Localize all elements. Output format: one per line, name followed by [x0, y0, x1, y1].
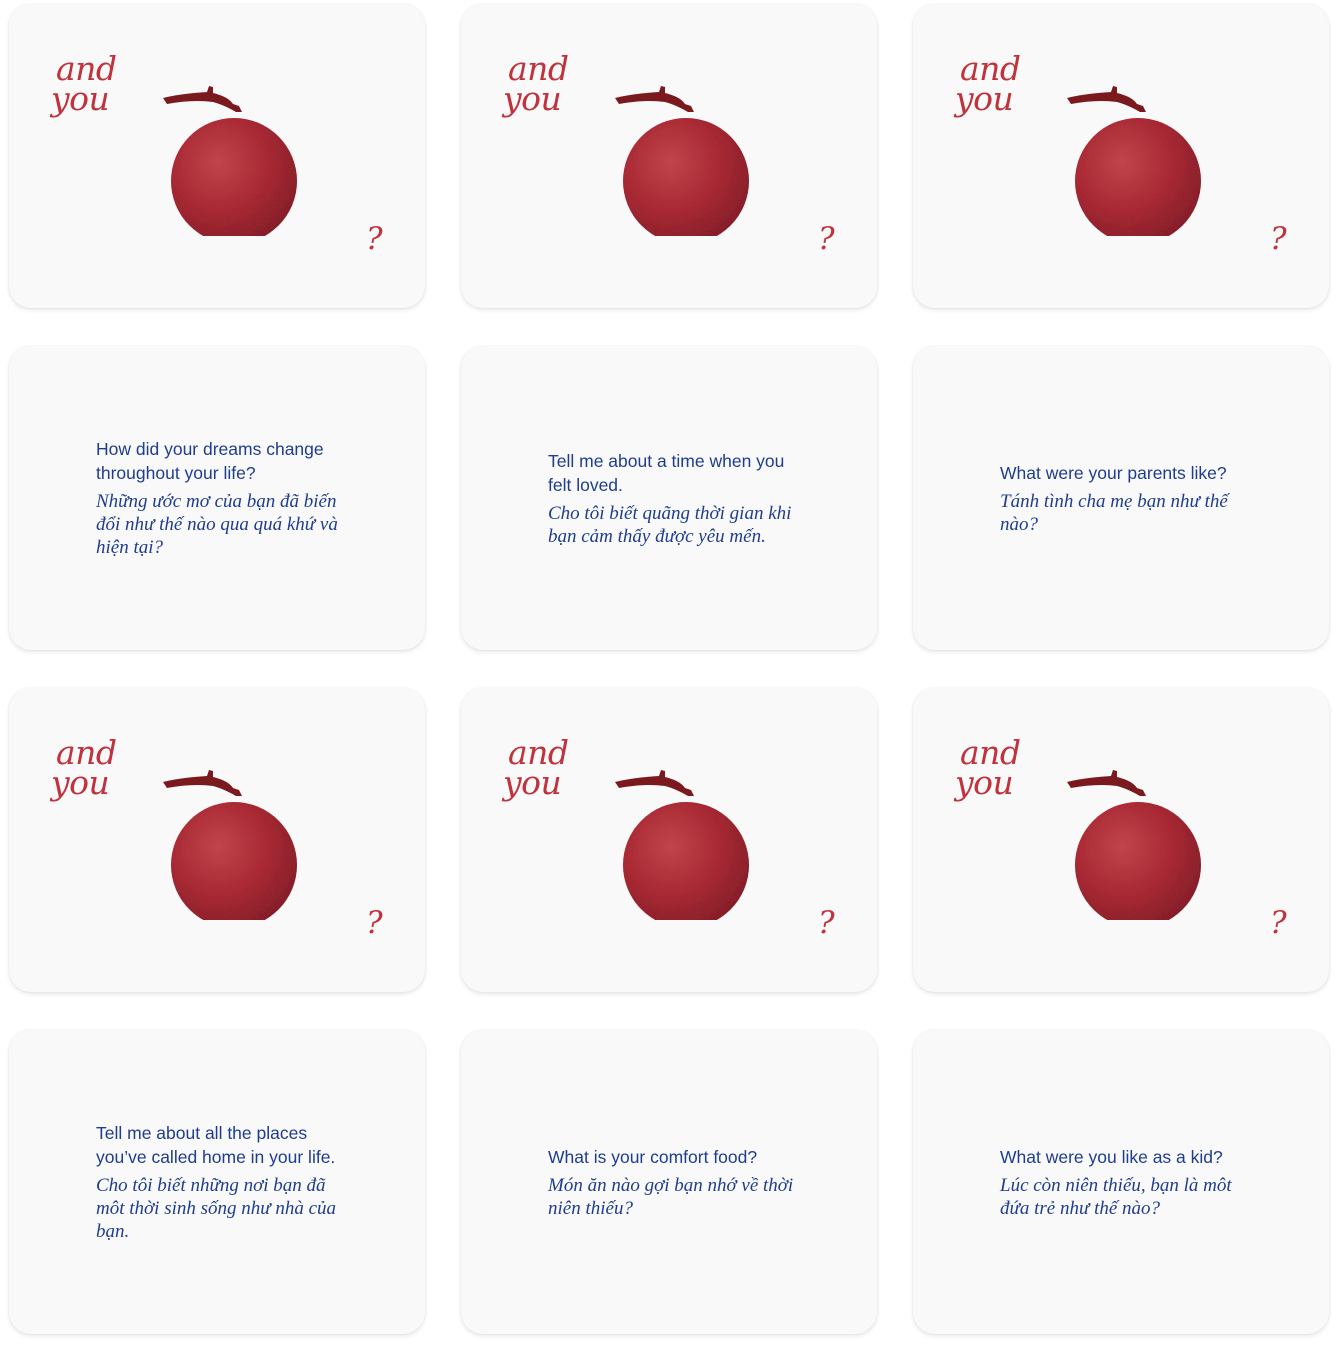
question-mark: ?: [818, 221, 835, 257]
question-english: Tell me about all the places you’ve call…: [96, 1123, 336, 1167]
question-card[interactable]: How did your dreams change throughout yo…: [9, 346, 425, 650]
question-card[interactable]: What is your comfort food? Món ăn nào gợ…: [461, 1030, 877, 1334]
lychee-fruit-icon: [1053, 76, 1203, 236]
cover-card[interactable]: and you ?: [913, 4, 1329, 308]
question-vietnamese: Cho tôi biết những nơi bạn đã môt thời s…: [96, 1175, 337, 1242]
brand-word-you: you: [51, 79, 110, 118]
brand-wordmark: and you: [51, 52, 117, 118]
cover-card[interactable]: and you ?: [9, 4, 425, 308]
question-vietnamese: Tánh tình cha mẹ bạn như thế nào?: [1000, 490, 1228, 535]
question-vietnamese: Những ước mơ của bạn đã biến đổi như thế…: [96, 491, 338, 558]
question-vietnamese: Cho tôi biết quãng thời gian khi bạn cảm…: [548, 502, 792, 547]
brand-wordmark: and you: [503, 736, 569, 802]
question-english: What were your parents like?: [1000, 462, 1227, 483]
cover-card[interactable]: and you ?: [461, 688, 877, 992]
cover-card[interactable]: and you ?: [913, 688, 1329, 992]
question-card[interactable]: What were you like as a kid? Lúc còn niê…: [913, 1030, 1329, 1334]
cover-card[interactable]: and you ?: [461, 4, 877, 308]
cover-card[interactable]: and you ?: [9, 688, 425, 992]
brand-wordmark: and you: [51, 736, 117, 802]
question-card[interactable]: What were your parents like? Tánh tình c…: [913, 346, 1329, 650]
question-vietnamese: Món ăn nào gợi bạn nhớ về thời niên thiế…: [548, 1174, 794, 1219]
question-english: What is your comfort food?: [548, 1146, 758, 1167]
brand-wordmark: and you: [955, 736, 1021, 802]
brand-wordmark: and you: [503, 52, 569, 118]
lychee-fruit-icon: [601, 76, 751, 236]
question-card[interactable]: Tell me about a time when you felt loved…: [461, 346, 877, 650]
brand-word-you: you: [955, 79, 1014, 118]
lychee-fruit-icon: [149, 76, 299, 236]
brand-word-you: you: [503, 79, 562, 118]
question-mark: ?: [1270, 905, 1287, 941]
lychee-fruit-icon: [601, 760, 751, 920]
lychee-fruit-icon: [149, 760, 299, 920]
question-mark: ?: [1270, 221, 1287, 257]
brand-wordmark: and you: [955, 52, 1021, 118]
question-vietnamese: Lúc còn niên thiếu, bạn là môt đứa trẻ n…: [1000, 1174, 1232, 1219]
question-english: What were you like as a kid?: [1000, 1146, 1223, 1167]
question-mark: ?: [366, 221, 383, 257]
question-english: Tell me about a time when you felt loved…: [548, 450, 785, 495]
question-mark: ?: [366, 905, 383, 941]
brand-word-you: you: [51, 763, 110, 802]
brand-word-you: you: [955, 763, 1014, 802]
question-card[interactable]: Tell me about all the places you’ve call…: [9, 1030, 425, 1334]
question-english: How did your dreams change throughout yo…: [96, 439, 324, 483]
card-grid: and you ? and you ? and you ? How did your …: [0, 0, 1339, 1349]
question-mark: ?: [818, 905, 835, 941]
brand-word-you: you: [503, 763, 562, 802]
lychee-fruit-icon: [1053, 760, 1203, 920]
